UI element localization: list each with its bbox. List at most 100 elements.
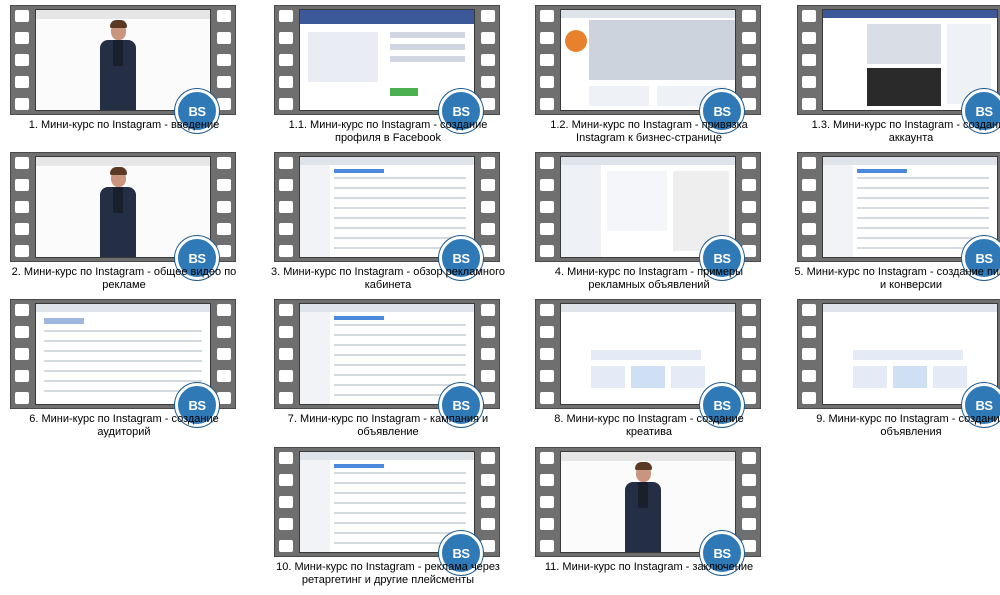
film-hole (742, 452, 756, 464)
film-hole (540, 54, 554, 66)
film-hole (540, 326, 554, 338)
film-hole (279, 392, 293, 404)
filmstrip-holes-left (279, 10, 293, 110)
film-hole (481, 540, 495, 552)
film-hole (540, 179, 554, 191)
film-hole (540, 10, 554, 22)
badge-label: BS (452, 545, 470, 561)
video-tile[interactable]: BS 5. Мини-курс по Instagram - создание п… (793, 152, 1000, 298)
video-title[interactable]: 5. Мини-курс по Instagram - создание пик… (793, 266, 1000, 292)
film-hole (481, 348, 495, 360)
film-hole (802, 223, 816, 235)
film-hole (279, 518, 293, 530)
video-tile[interactable]: BS 3. Мини-курс по Instagram - обзор рекл… (270, 152, 510, 298)
film-hole (217, 392, 231, 404)
film-hole (742, 370, 756, 382)
presenter-figure (98, 167, 138, 257)
film-hole (15, 76, 29, 88)
film-hole (742, 157, 756, 169)
film-hole (217, 304, 231, 316)
film-hole (15, 157, 29, 169)
film-hole (217, 157, 231, 169)
filmstrip-holes-right (481, 304, 495, 404)
film-hole (742, 98, 756, 110)
video-tile[interactable]: BS 9. Мини-курс по Instagram - создание о… (793, 299, 1000, 445)
film-hole (15, 223, 29, 235)
film-hole (742, 326, 756, 338)
film-hole (481, 223, 495, 235)
film-hole (279, 540, 293, 552)
video-tile[interactable]: BS 1.2. Мини-курс по Instagram - привязка… (531, 5, 771, 151)
video-tile[interactable]: BS 1.1. Мини-курс по Instagram - создание… (270, 5, 510, 151)
film-hole (279, 326, 293, 338)
video-title[interactable]: 1.3. Мини-курс по Instagram - создание а… (793, 119, 1000, 145)
film-hole (279, 223, 293, 235)
video-tile[interactable]: BS 11. Мини-курс по Instagram - заключени… (531, 447, 771, 593)
film-hole (481, 76, 495, 88)
filmstrip-holes-left (540, 10, 554, 110)
video-title[interactable]: 6. Мини-курс по Instagram - создание ауд… (6, 413, 242, 439)
film-hole (15, 392, 29, 404)
video-title[interactable]: 4. Мини-курс по Instagram - примеры рекл… (531, 266, 767, 292)
video-title[interactable]: 3. Мини-курс по Instagram - обзор реклам… (270, 266, 506, 292)
film-hole (15, 370, 29, 382)
film-hole (540, 496, 554, 508)
badge-label: BS (975, 103, 993, 119)
filmstrip-holes-right (742, 452, 756, 552)
film-hole (540, 304, 554, 316)
film-hole (481, 392, 495, 404)
film-hole (742, 76, 756, 88)
badge-label: BS (713, 103, 731, 119)
film-hole (481, 326, 495, 338)
film-hole (279, 304, 293, 316)
filmstrip-holes-right (742, 10, 756, 110)
film-hole (540, 32, 554, 44)
film-hole (217, 201, 231, 213)
filmstrip-holes-right (217, 157, 231, 257)
film-hole (217, 54, 231, 66)
film-hole (217, 10, 231, 22)
film-hole (742, 179, 756, 191)
film-hole (540, 76, 554, 88)
film-hole (742, 54, 756, 66)
video-tile[interactable]: BS 7. Мини-курс по Instagram - кампания и… (270, 299, 510, 445)
film-hole (802, 245, 816, 257)
filmstrip-holes-left (279, 452, 293, 552)
video-tile[interactable]: BS 8. Мини-курс по Instagram - создание к… (531, 299, 771, 445)
video-tile[interactable]: BS 6. Мини-курс по Instagram - создание а… (6, 299, 246, 445)
video-tile[interactable]: BS 1.3. Мини-курс по Instagram - создание… (793, 5, 1000, 151)
film-hole (540, 452, 554, 464)
video-title[interactable]: 1.1. Мини-курс по Instagram - создание п… (270, 119, 506, 145)
video-title[interactable]: 2. Мини-курс по Instagram - общее видео … (6, 266, 242, 292)
video-tile[interactable]: BS 4. Мини-курс по Instagram - примеры ре… (531, 152, 771, 298)
film-hole (15, 179, 29, 191)
film-hole (279, 179, 293, 191)
video-tile[interactable]: BS 1. Мини-курс по Instagram - введение (6, 5, 246, 151)
film-hole (540, 157, 554, 169)
film-hole (742, 223, 756, 235)
film-hole (15, 348, 29, 360)
video-title[interactable]: 8. Мини-курс по Instagram - создание кре… (531, 413, 767, 439)
video-tile[interactable]: BS 10. Мини-курс по Instagram - реклама ч… (270, 447, 510, 593)
film-hole (802, 32, 816, 44)
film-hole (217, 370, 231, 382)
film-hole (540, 201, 554, 213)
video-title[interactable]: 11. Мини-курс по Instagram - заключение (531, 561, 767, 574)
film-hole (802, 157, 816, 169)
film-hole (540, 223, 554, 235)
video-tile[interactable]: BS 2. Мини-курс по Instagram - общее виде… (6, 152, 246, 298)
film-hole (481, 157, 495, 169)
film-hole (217, 348, 231, 360)
video-title[interactable]: 7. Мини-курс по Instagram - кампания и о… (270, 413, 506, 439)
video-title[interactable]: 1.2. Мини-курс по Instagram - привязка I… (531, 119, 767, 145)
video-title[interactable]: 10. Мини-курс по Instagram - реклама чер… (270, 561, 506, 587)
film-hole (279, 201, 293, 213)
video-title[interactable]: 1. Мини-курс по Instagram - введение (6, 119, 242, 132)
film-hole (279, 474, 293, 486)
presenter-figure (623, 462, 663, 552)
badge-label: BS (452, 103, 470, 119)
film-hole (802, 392, 816, 404)
film-hole (279, 32, 293, 44)
film-hole (279, 10, 293, 22)
video-title[interactable]: 9. Мини-курс по Instagram - создание объ… (793, 413, 1000, 439)
